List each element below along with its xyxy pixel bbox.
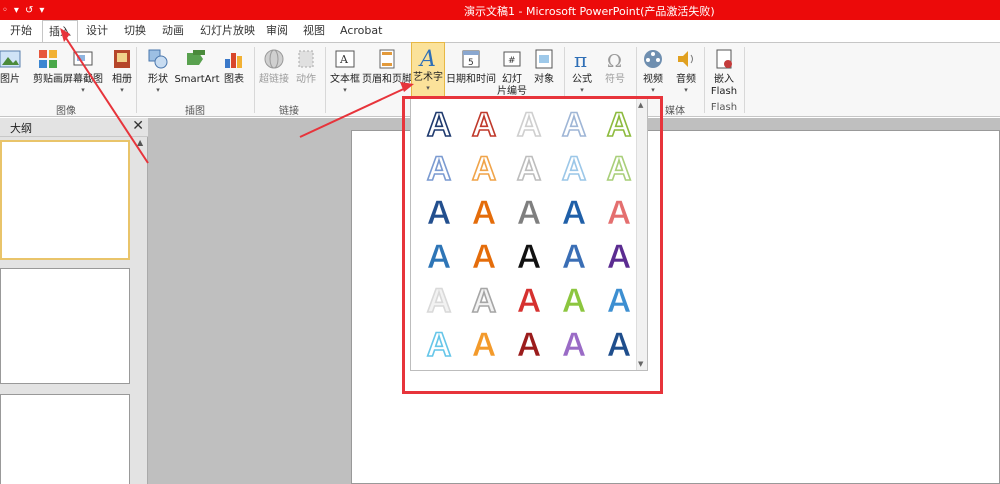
slide-thumbnail[interactable]	[0, 394, 130, 484]
wordart-icon: A	[418, 47, 436, 69]
group-images-label: 图像	[56, 106, 76, 117]
save-icon[interactable]: ◦	[2, 5, 8, 16]
flash-label-1: 嵌入	[714, 74, 734, 85]
ribbon-separator	[744, 47, 745, 113]
clipart-icon	[39, 50, 57, 68]
svg-text:Ω: Ω	[607, 51, 622, 71]
tab-animations[interactable]: 动画	[156, 20, 190, 42]
screenshot-icon	[73, 51, 93, 66]
customize-qat-icon[interactable]: ▾	[39, 5, 44, 16]
header-footer-label: 页眉和页脚	[362, 74, 412, 85]
slide-thumbnail[interactable]	[0, 268, 130, 384]
pane-header: 大纲 ✕	[0, 118, 148, 137]
annotation-highlight-box	[402, 96, 663, 394]
wordart-label: 艺术字	[413, 72, 443, 83]
tab-transitions[interactable]: 切换	[118, 20, 152, 42]
wordart-button[interactable]: A 艺术字 ▾	[411, 42, 445, 102]
undo-icon[interactable]: ↺	[25, 5, 33, 16]
action-icon	[298, 50, 314, 68]
omega-icon: Ω	[607, 51, 622, 71]
tab-insert[interactable]: 插入	[42, 20, 78, 43]
shapes-icon	[148, 49, 168, 69]
smartart-icon	[187, 50, 205, 65]
album-icon	[114, 50, 130, 68]
chart-button[interactable]: 图表	[212, 45, 256, 103]
slide-number-icon: #	[503, 51, 521, 67]
tab-outline[interactable]: 大纲	[6, 120, 36, 136]
flash-label-2: Flash	[710, 86, 738, 97]
svg-text:#: #	[508, 56, 516, 66]
chevron-down-icon: ▾	[426, 84, 430, 92]
tab-home[interactable]: 开始	[4, 20, 38, 42]
svg-text:A: A	[418, 47, 436, 69]
calendar-icon: 5	[462, 50, 480, 68]
tab-review[interactable]: 审阅	[260, 20, 294, 42]
speaker-icon	[678, 51, 693, 67]
quick-access-toolbar: ◦ ▾ ↺ ▾	[0, 0, 44, 20]
close-icon[interactable]: ✕	[132, 118, 144, 134]
datetime-button[interactable]: 5 日期和时间	[446, 45, 496, 103]
embed-flash-button[interactable]: 嵌入 Flash	[702, 45, 746, 103]
slides-pane: 大纲 ✕	[0, 118, 148, 484]
qat-dropdown-icon[interactable]: ▾	[14, 5, 19, 16]
group-flash-label: Flash	[710, 102, 738, 113]
chart-label: 图表	[224, 74, 244, 85]
globe-icon	[264, 49, 284, 69]
svg-text:π: π	[574, 48, 587, 71]
tab-acrobat[interactable]: Acrobat	[334, 20, 388, 42]
scroll-up-icon[interactable]: ▲	[137, 138, 143, 147]
header-footer-icon	[379, 49, 395, 69]
tab-view[interactable]: 视图	[297, 20, 331, 42]
group-links-label: 链接	[279, 106, 299, 117]
svg-text:A: A	[339, 53, 349, 66]
tab-design[interactable]: 设计	[80, 20, 114, 42]
group-illustrations-label: 插图	[185, 106, 205, 117]
header-footer-button[interactable]: 页眉和页脚	[362, 45, 412, 103]
title-bar: ◦ ▾ ↺ ▾ 演示文稿1 - Microsoft PowerPoint(产品激…	[0, 0, 1000, 20]
chart-icon	[225, 53, 242, 68]
svg-text:5: 5	[468, 58, 474, 68]
flash-icon	[716, 49, 732, 69]
picture-icon	[0, 50, 21, 68]
textbox-icon: A	[335, 50, 355, 68]
ribbon-tabs: 开始 插入 设计 切换 动画 幻灯片放映 审阅 视图 Acrobat	[0, 20, 1000, 43]
window-title: 演示文稿1 - Microsoft PowerPoint(产品激活失败)	[464, 5, 715, 18]
datetime-label: 日期和时间	[446, 74, 496, 85]
object-icon	[535, 49, 553, 69]
tab-slideshow[interactable]: 幻灯片放映	[194, 20, 261, 42]
pi-icon: π	[574, 48, 587, 71]
film-reel-icon	[644, 50, 662, 68]
slide-thumbnail[interactable]	[0, 140, 130, 260]
